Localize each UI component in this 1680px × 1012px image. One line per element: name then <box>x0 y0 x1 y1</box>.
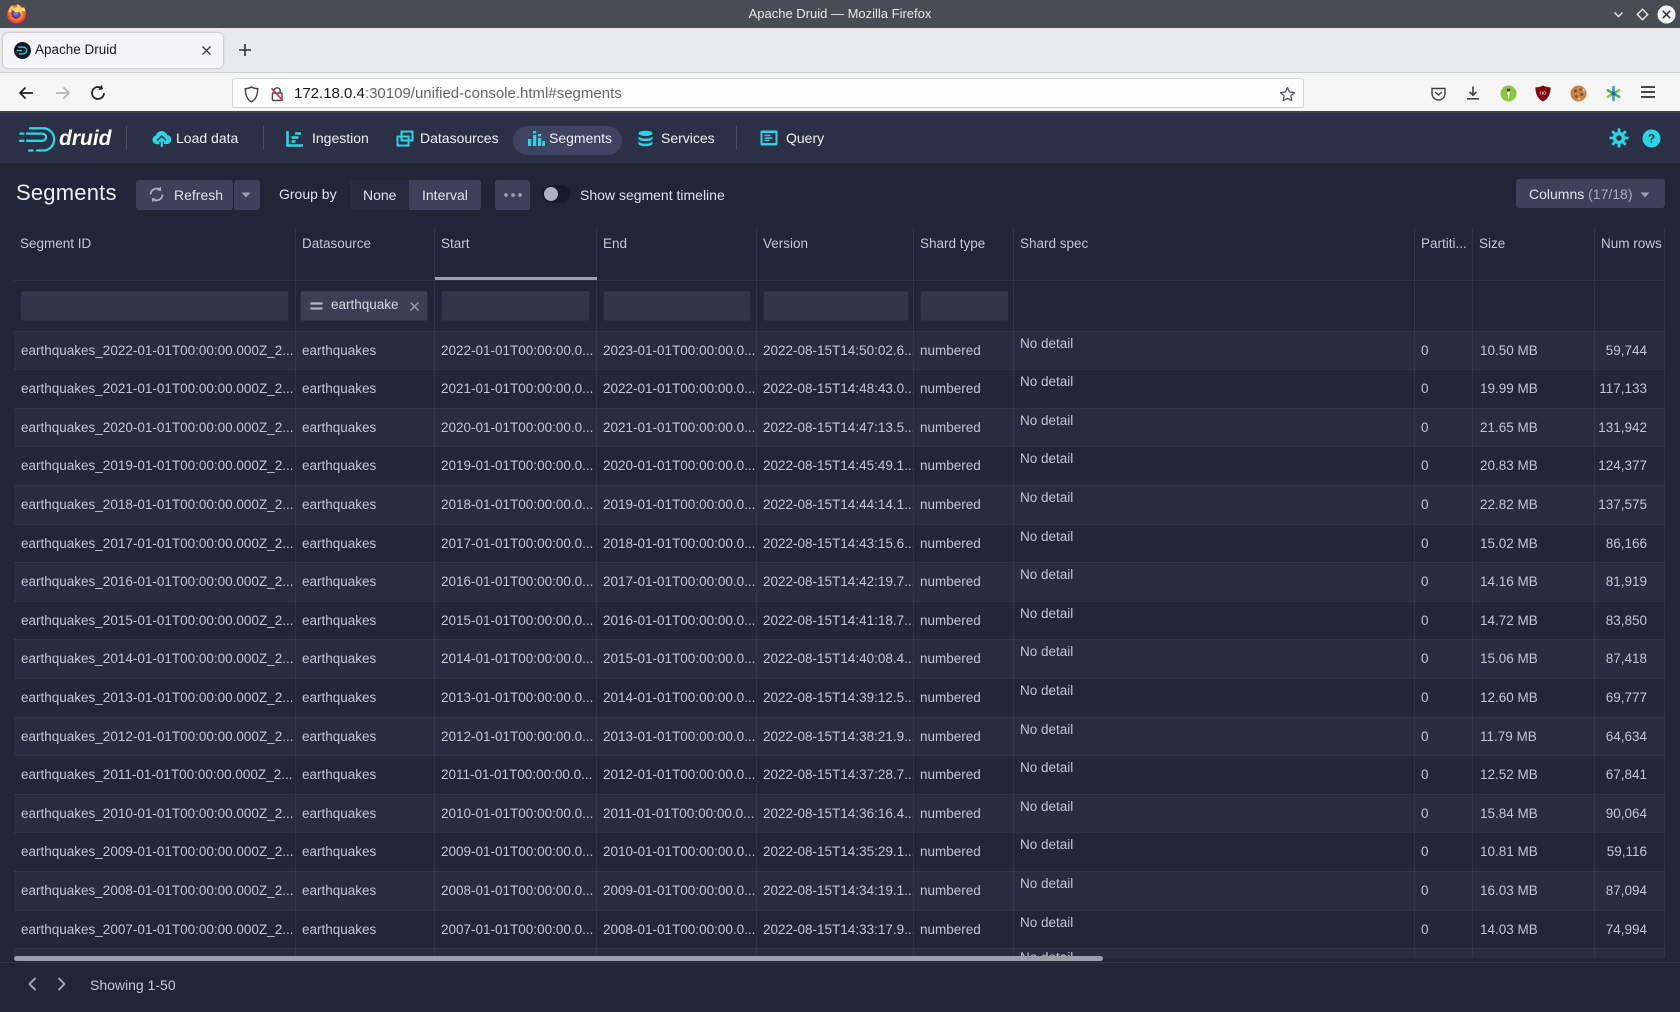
svg-text:?: ? <box>1648 132 1655 146</box>
svg-text:uo: uo <box>1540 91 1546 97</box>
